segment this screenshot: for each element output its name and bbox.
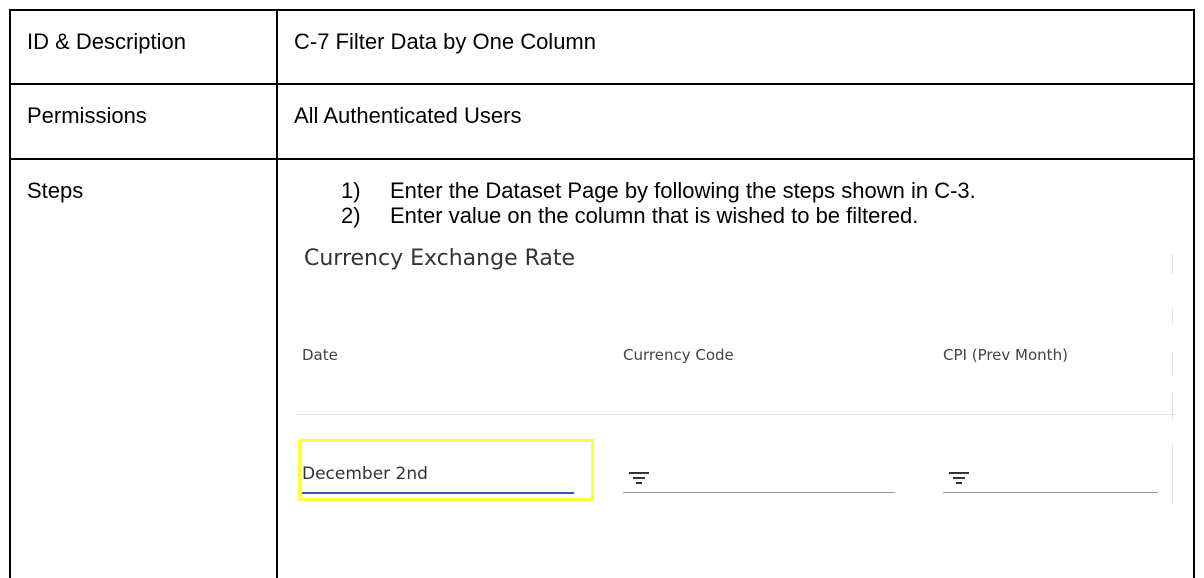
steps-row: Steps 1) Enter the Dataset Page by follo… xyxy=(9,158,1195,578)
row-label: Steps xyxy=(9,158,278,578)
id-description-row: ID & Description C-7 Filter Data by One … xyxy=(9,9,1195,85)
row-value: All Authenticated Users xyxy=(276,83,1195,160)
column-header-date[interactable]: Date xyxy=(302,346,338,364)
scroll-edge xyxy=(1172,444,1173,504)
highlight-box xyxy=(298,439,594,501)
step-item: 1) Enter the Dataset Page by following t… xyxy=(294,178,1193,203)
cpi-filter-input[interactable] xyxy=(943,462,1158,493)
step-text: Enter the Dataset Page by following the … xyxy=(390,178,976,203)
step-item: 2) Enter value on the column that is wis… xyxy=(294,203,1193,228)
column-header-currency-code[interactable]: Currency Code xyxy=(623,346,734,364)
header-divider xyxy=(296,414,1176,415)
row-label: ID & Description xyxy=(9,9,278,85)
step-number: 2) xyxy=(341,203,361,228)
permissions-row: Permissions All Authenticated Users xyxy=(9,83,1195,160)
step-text: Enter value on the column that is wished… xyxy=(390,203,919,228)
steps-list: 1) Enter the Dataset Page by following t… xyxy=(294,178,1193,228)
column-header-cpi[interactable]: CPI (Prev Month) xyxy=(943,346,1068,364)
steps-cell: 1) Enter the Dataset Page by following t… xyxy=(276,158,1195,578)
scroll-edge xyxy=(1172,352,1173,374)
scroll-edge xyxy=(1172,309,1173,323)
test-case-table: ID & Description C-7 Filter Data by One … xyxy=(9,9,1195,578)
filter-icon xyxy=(949,472,969,486)
scroll-edge xyxy=(1172,254,1173,274)
embedded-screenshot: Currency Exchange Rate Date Currency Cod… xyxy=(278,234,1176,534)
row-value: C-7 Filter Data by One Column xyxy=(276,9,1195,85)
filter-icon xyxy=(629,472,649,486)
step-number: 1) xyxy=(341,178,361,203)
row-label: Permissions xyxy=(9,83,278,160)
currency-code-filter-input[interactable] xyxy=(623,462,895,493)
scroll-edge xyxy=(1172,394,1173,420)
dataset-title: Currency Exchange Rate xyxy=(304,246,576,271)
